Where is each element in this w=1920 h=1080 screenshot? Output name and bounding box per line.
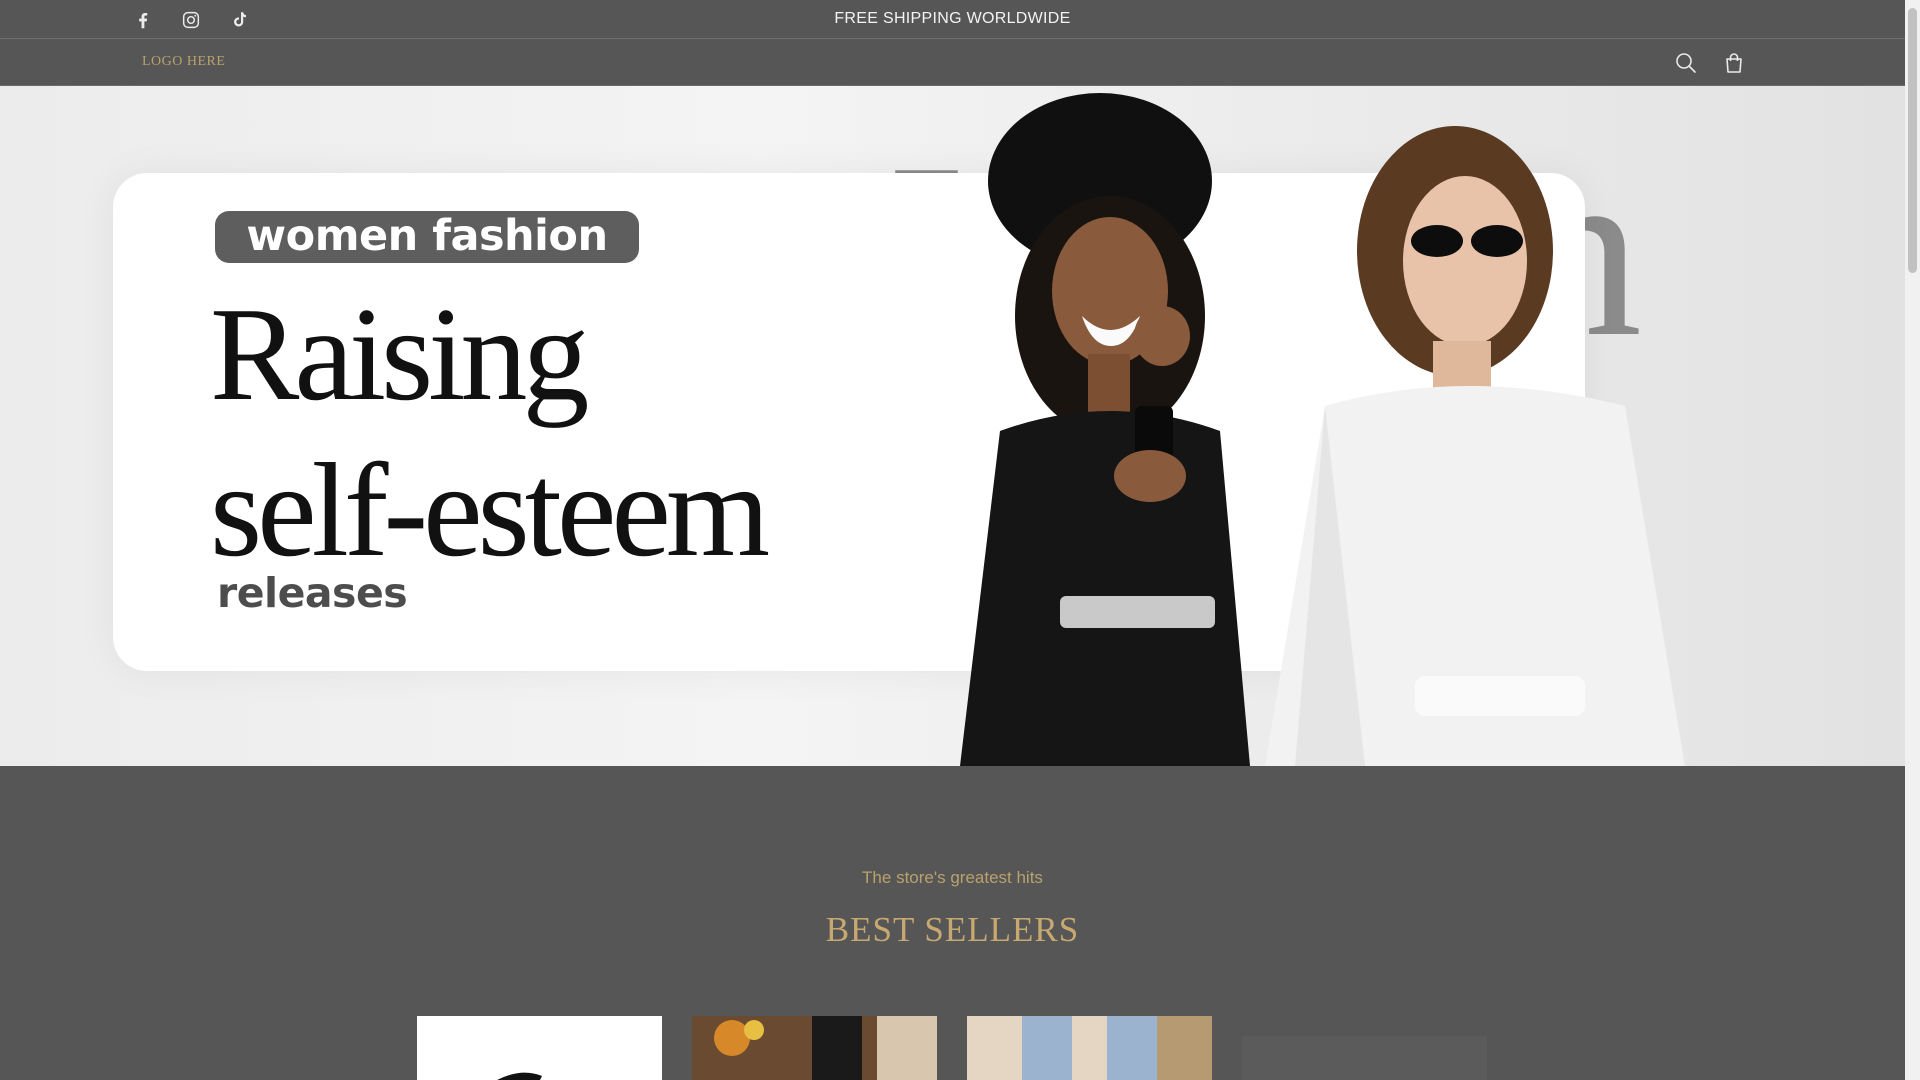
announcement-text: FREE SHIPPING WORLDWIDE bbox=[834, 10, 1071, 27]
hero-headline-line1: Raising bbox=[210, 280, 589, 428]
hero-headline-line2: self-esteem bbox=[210, 436, 770, 584]
section-title: BEST SELLERS bbox=[825, 910, 1080, 949]
scrollbar-thumb[interactable] bbox=[1908, 8, 1917, 273]
hero-headline: Raising self-esteem bbox=[210, 276, 770, 588]
product-grid bbox=[417, 1016, 1487, 1080]
hero-subline: releases bbox=[217, 569, 408, 617]
hero-tag: women fashion bbox=[215, 211, 639, 263]
section-kicker: The store's greatest hits bbox=[862, 868, 1043, 887]
cart-icon[interactable] bbox=[1721, 50, 1747, 76]
product-card[interactable] bbox=[692, 1016, 937, 1080]
product-image bbox=[1022, 1016, 1212, 1080]
product-card[interactable] bbox=[417, 1016, 662, 1080]
product-card[interactable] bbox=[1242, 1036, 1487, 1080]
store-logo[interactable]: LOGO HERE bbox=[142, 54, 225, 70]
hero-banner[interactable]: Woman an an women fashion Raising self-e… bbox=[0, 86, 1905, 766]
scrollbar[interactable] bbox=[1905, 0, 1920, 1080]
site-header: LOGO HERE bbox=[0, 40, 1905, 86]
announcement-bar: FREE SHIPPING WORLDWIDE bbox=[0, 0, 1905, 39]
search-icon[interactable] bbox=[1673, 50, 1699, 76]
model-white-dress-image bbox=[1265, 126, 1685, 766]
product-image bbox=[714, 1016, 937, 1080]
page: FREE SHIPPING WORLDWIDE LOGO HERE Woman … bbox=[0, 0, 1905, 1080]
product-card[interactable] bbox=[967, 1016, 1212, 1080]
product-image bbox=[497, 1072, 542, 1080]
